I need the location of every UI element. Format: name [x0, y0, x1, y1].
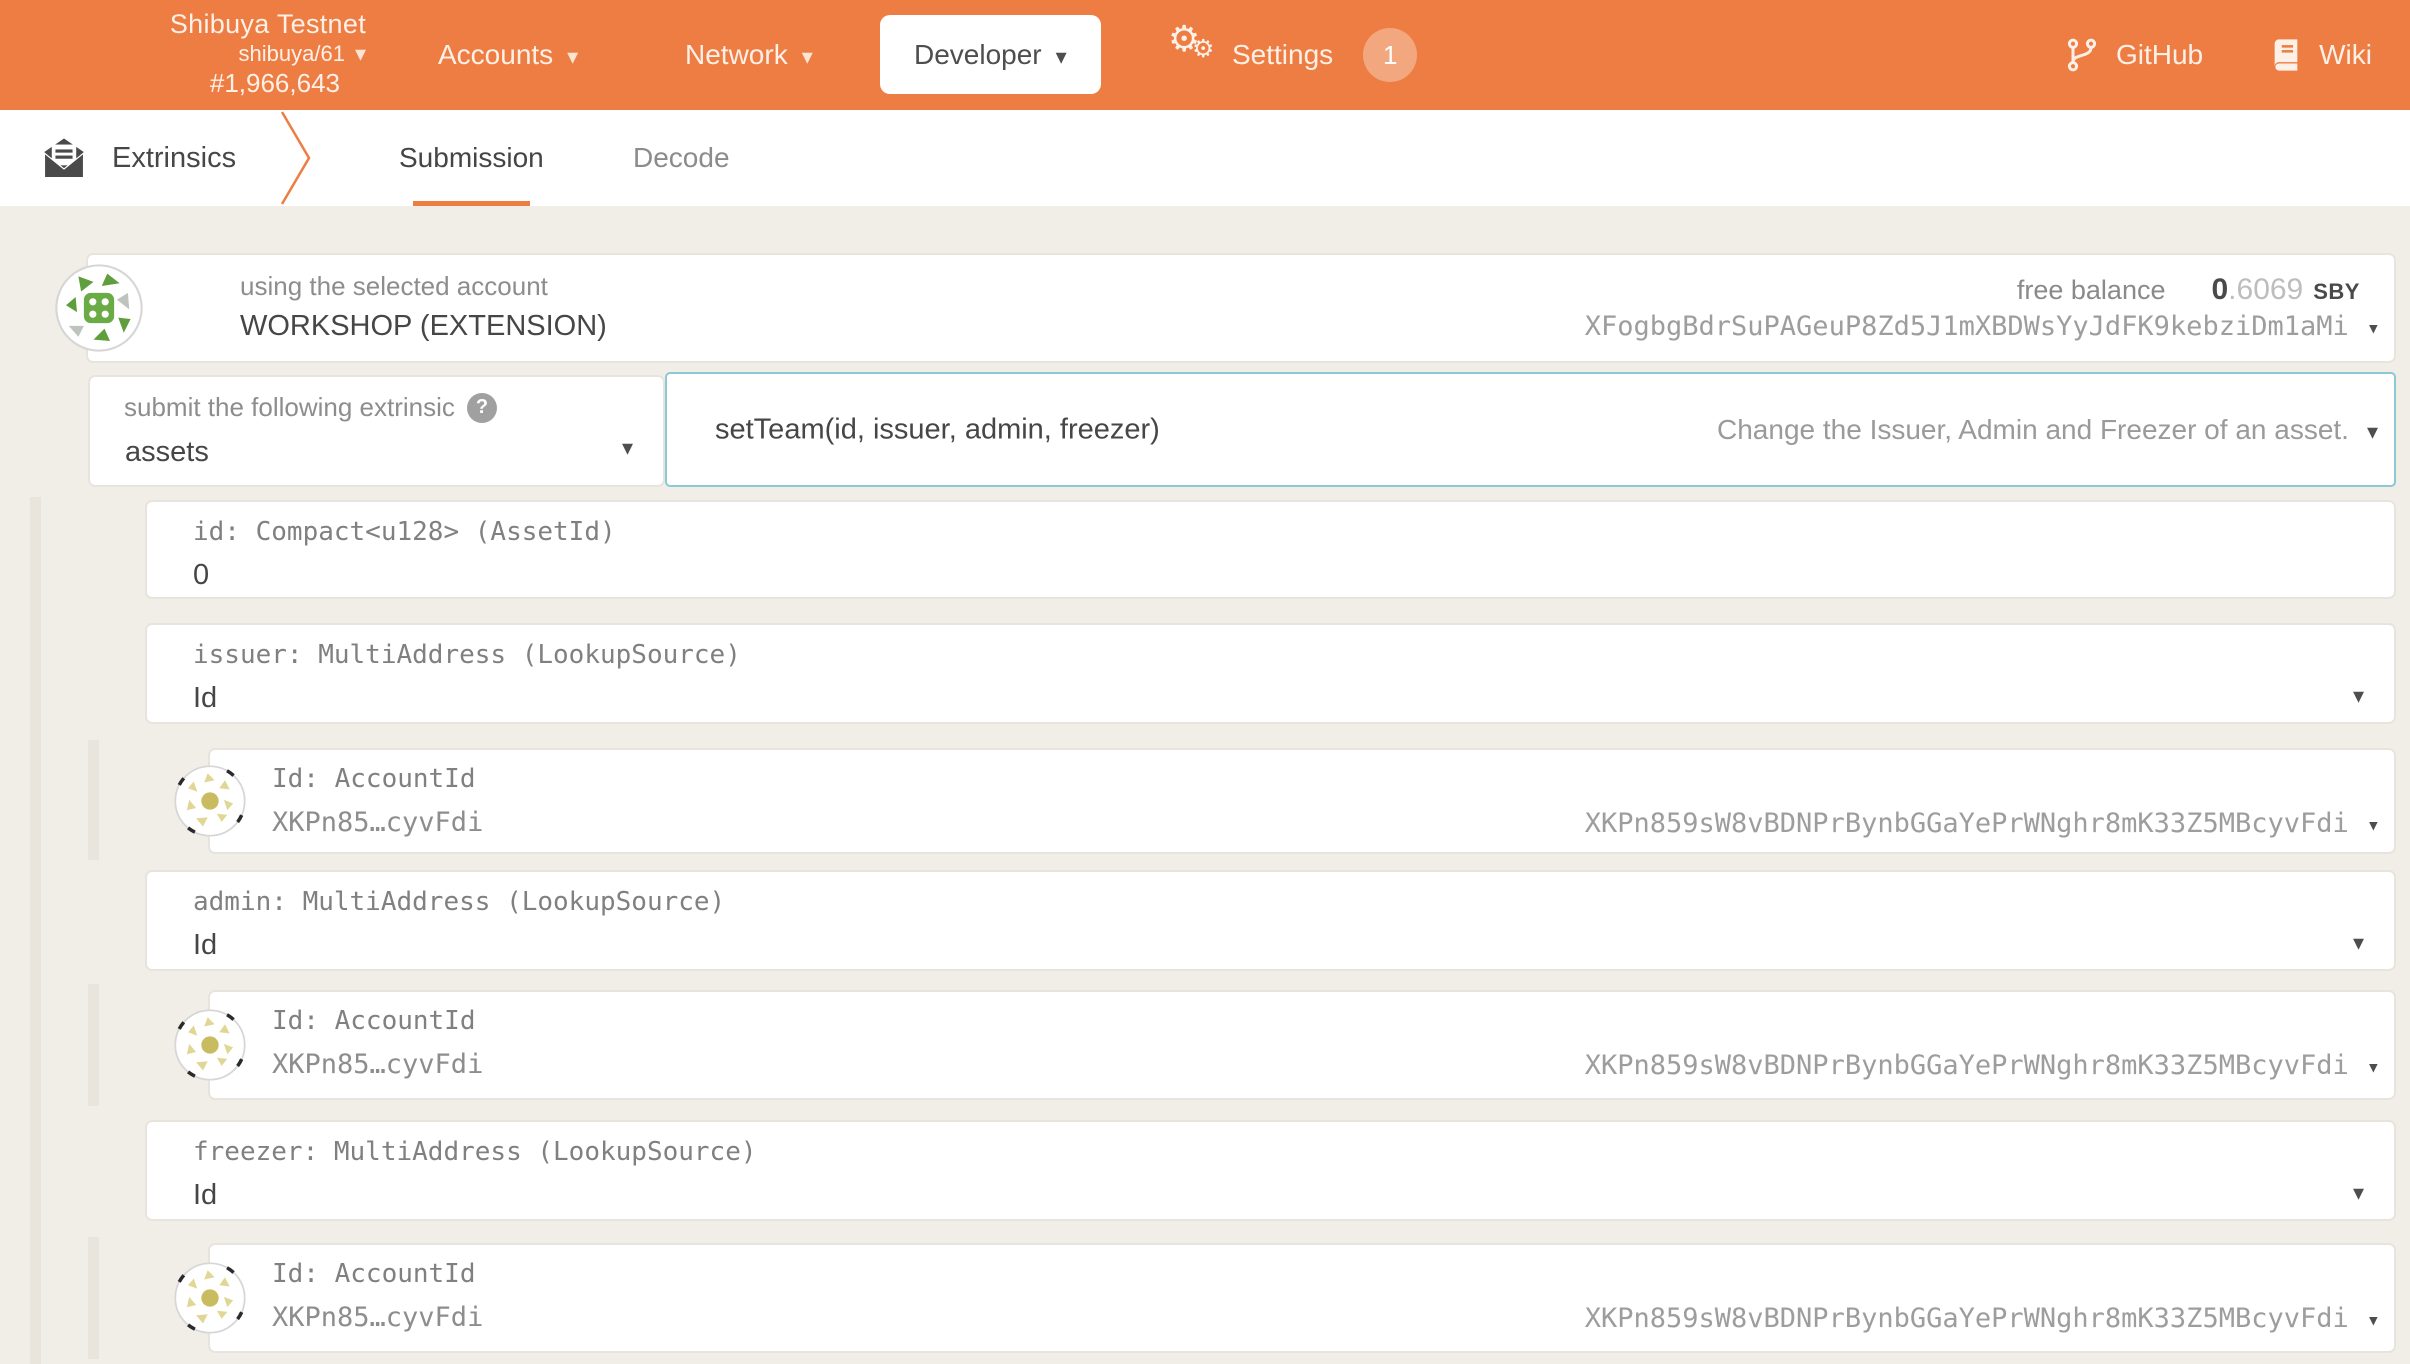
chain-selector[interactable]: Shibuya Testnet shibuya/61 #1,966,643 — [128, 7, 366, 99]
method-select[interactable]: setTeam(id, issuer, admin, freezer) Chan… — [665, 372, 2396, 487]
free-balance-label: free balance — [2016, 275, 2166, 305]
nested-indent-guide — [88, 984, 99, 1106]
tab-decode[interactable]: Decode — [623, 110, 740, 206]
accountid-identicon — [173, 1008, 247, 1082]
accountid-label: Id: AccountId — [272, 1006, 476, 1036]
tab-bar: Extrinsics Submission Decode — [0, 110, 2410, 206]
free-balance: free balance 0.6069 SBY — [2017, 273, 2360, 307]
wiki-link[interactable]: Wiki — [2269, 38, 2372, 72]
chevron-down-icon[interactable] — [2367, 1303, 2380, 1334]
chevron-down-icon — [2353, 1182, 2364, 1205]
accountid-address-text: XKPn859sW8vBDNPrBynbGGaYePrWNghr8mK33Z5M… — [1584, 1303, 2349, 1334]
param-id-value: 0 — [193, 559, 210, 591]
nav-network-label: Network — [685, 39, 788, 70]
method-select-value: setTeam(id, issuer, admin, freezer) — [715, 413, 1160, 445]
nav-network[interactable]: Network — [685, 0, 813, 110]
github-link-label: GitHub — [2115, 39, 2204, 70]
accountid-address: XKPn859sW8vBDNPrBynbGGaYePrWNghr8mK33Z5M… — [1585, 808, 2380, 839]
section-title-label: Extrinsics — [112, 141, 237, 174]
param-issuer-label: issuer: MultiAddress (LookupSource) — [193, 640, 741, 670]
best-block-number: #1,966,643 — [209, 68, 340, 98]
nested-indent-guide — [88, 740, 99, 860]
chevron-down-icon[interactable] — [2367, 311, 2380, 342]
account-address: XFogbgBdrSuPAGeuP8Zd5J1mXBDWsYyJdFK9kebz… — [1585, 311, 2380, 342]
external-links: GitHub Wiki — [2064, 0, 2372, 110]
param-issuer-account-select[interactable]: Id: AccountId XKPn85…cyvFdi XKPn859sW8vB… — [173, 748, 2396, 854]
chevron-down-icon — [1056, 39, 1067, 71]
chevron-separator — [280, 111, 311, 205]
pallet-select[interactable]: submit the following extrinsic assets — [88, 375, 665, 487]
pallet-select-label: submit the following extrinsic — [124, 392, 497, 423]
nested-indent-guide — [88, 1237, 99, 1359]
chevron-down-icon — [622, 437, 633, 460]
chain-spec-label: shibuya/61 — [238, 41, 345, 66]
accountid-address: XKPn859sW8vBDNPrBynbGGaYePrWNghr8mK33Z5M… — [1585, 1050, 2380, 1081]
chevron-down-icon[interactable] — [2367, 1050, 2380, 1081]
app-section-title: Extrinsics — [42, 110, 236, 206]
param-freezer-select[interactable]: freezer: MultiAddress (LookupSource) Id — [145, 1120, 2396, 1221]
accountid-short: XKPn85…cyvFdi — [272, 1302, 484, 1333]
accountid-identicon — [173, 1261, 247, 1335]
settings-gear-icon — [1168, 18, 1218, 78]
chevron-down-icon — [802, 39, 813, 71]
code-branch-icon — [2067, 38, 2097, 72]
param-indent-guide — [30, 497, 41, 1364]
chain-spec: shibuya/61 — [128, 41, 366, 67]
tab-submission[interactable]: Submission — [389, 110, 554, 206]
method-description: Change the Issuer, Admin and Freezer of … — [1717, 414, 2378, 446]
nav-developer-label: Developer — [914, 38, 1042, 70]
param-admin-label: admin: MultiAddress (LookupSource) — [193, 887, 726, 917]
pallet-select-value: assets — [125, 436, 209, 468]
accountid-identicon — [173, 764, 247, 838]
free-balance-value: 0.6069 SBY — [2211, 273, 2360, 306]
wiki-link-label: Wiki — [2319, 39, 2372, 70]
param-freezer-value: Id — [193, 1179, 218, 1211]
github-link[interactable]: GitHub — [2064, 37, 2203, 73]
account-select-label: using the selected account — [240, 271, 548, 301]
accountid-label: Id: AccountId — [272, 1259, 476, 1289]
param-id-input[interactable]: id: Compact<u128> (AssetId) 0 — [145, 500, 2396, 599]
account-identicon — [55, 264, 143, 352]
param-admin-account-select[interactable]: Id: AccountId XKPn85…cyvFdi XKPn859sW8vB… — [173, 990, 2396, 1100]
param-admin-value: Id — [193, 929, 218, 961]
param-id-label: id: Compact<u128> (AssetId) — [193, 517, 616, 547]
chevron-down-icon — [355, 41, 366, 67]
book-icon — [2274, 39, 2298, 71]
accountid-address-text: XKPn859sW8vBDNPrBynbGGaYePrWNghr8mK33Z5M… — [1584, 1050, 2349, 1081]
account-address-text: XFogbgBdrSuPAGeuP8Zd5J1mXBDWsYyJdFK9kebz… — [1584, 311, 2349, 342]
settings-badge: 1 — [1363, 28, 1418, 82]
chain-name: Shibuya Testnet — [169, 9, 366, 39]
accountid-label: Id: AccountId — [272, 764, 476, 794]
chevron-down-icon — [2353, 932, 2364, 955]
account-select[interactable]: using the selected account WORKSHOP (EXT… — [55, 253, 2396, 363]
top-nav-bar: Shibuya Testnet shibuya/61 #1,966,643 Ac… — [0, 0, 2410, 110]
envelope-open-icon — [43, 138, 85, 179]
chevron-down-icon[interactable] — [2367, 808, 2380, 839]
nav-settings[interactable]: Settings 1 — [1168, 0, 1418, 110]
method-description-text: Change the Issuer, Admin and Freezer of … — [1717, 413, 2349, 445]
accountid-address-text: XKPn859sW8vBDNPrBynbGGaYePrWNghr8mK33Z5M… — [1584, 808, 2349, 839]
account-name: WORKSHOP (EXTENSION) — [240, 310, 607, 342]
param-freezer-account-select[interactable]: Id: AccountId XKPn85…cyvFdi XKPn859sW8vB… — [173, 1243, 2396, 1353]
chevron-down-icon — [2367, 414, 2378, 446]
chevron-down-icon — [567, 39, 578, 71]
help-icon[interactable] — [466, 392, 497, 423]
accountid-short: XKPn85…cyvFdi — [272, 807, 484, 838]
nav-accounts[interactable]: Accounts — [438, 0, 578, 110]
tab-submission-label: Submission — [399, 142, 544, 173]
nav-accounts-label: Accounts — [438, 39, 554, 70]
accountid-short: XKPn85…cyvFdi — [272, 1049, 484, 1080]
nav-settings-label: Settings — [1232, 39, 1334, 70]
tab-decode-label: Decode — [633, 142, 730, 173]
param-issuer-value: Id — [193, 682, 218, 714]
chevron-down-icon — [2353, 685, 2364, 708]
pallet-select-label-text: submit the following extrinsic — [124, 392, 455, 422]
param-issuer-select[interactable]: issuer: MultiAddress (LookupSource) Id — [145, 623, 2396, 724]
accountid-address: XKPn859sW8vBDNPrBynbGGaYePrWNghr8mK33Z5M… — [1585, 1303, 2380, 1334]
param-freezer-label: freezer: MultiAddress (LookupSource) — [193, 1137, 757, 1167]
param-admin-select[interactable]: admin: MultiAddress (LookupSource) Id — [145, 870, 2396, 971]
nav-developer[interactable]: Developer — [880, 15, 1101, 94]
